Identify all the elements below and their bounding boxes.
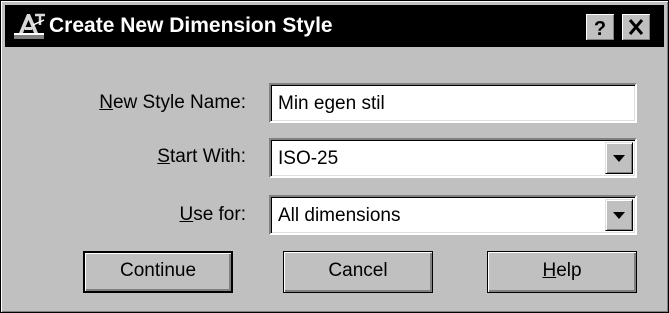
close-icon [628,19,644,35]
question-mark-icon: ? [594,18,606,40]
cancel-button[interactable]: Cancel [283,251,433,293]
new-style-name-input[interactable]: Min egen stil [269,83,637,123]
start-with-value: ISO-25 [278,148,339,169]
use-for-dropdown[interactable]: All dimensions [269,195,637,235]
context-help-button[interactable]: ? [585,13,615,41]
start-with-label: Start With: [157,146,246,167]
new-style-name-value: Min egen stil [278,93,385,114]
start-with-dropdown[interactable]: ISO-25 [269,138,637,178]
window-title: Create New Dimension Style [49,14,333,37]
autocad-icon[interactable] [13,11,47,41]
svg-text:?: ? [594,18,606,40]
help-button[interactable]: Help [487,251,637,293]
title-bar[interactable]: Create New Dimension Style ? [5,5,664,47]
chevron-down-icon [613,155,625,162]
chevron-down-icon [613,212,625,219]
use-for-value: All dimensions [278,205,401,226]
create-new-dimension-style-dialog: Create New Dimension Style ? New Style N… [0,0,669,313]
continue-button[interactable]: Continue [83,251,233,293]
close-button[interactable] [621,13,651,41]
new-style-name-label: New Style Name: [99,92,246,113]
use-for-dropdown-button[interactable] [605,199,633,231]
start-with-dropdown-button[interactable] [605,142,633,174]
use-for-label: Use for: [179,204,246,225]
